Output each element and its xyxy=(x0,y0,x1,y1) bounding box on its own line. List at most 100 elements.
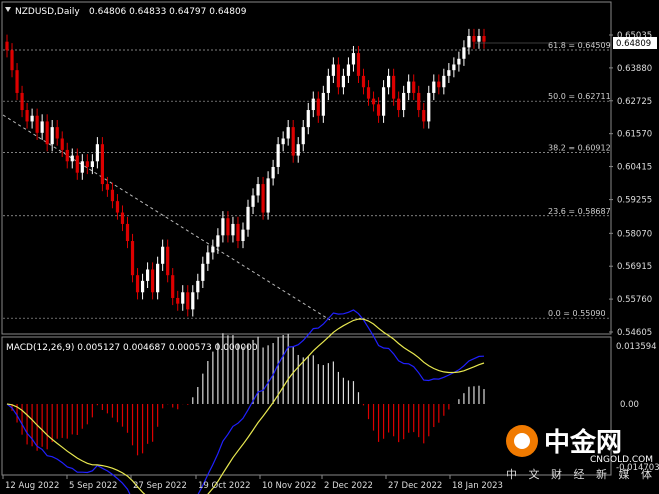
candle-body xyxy=(176,297,180,304)
candle-body xyxy=(371,98,376,105)
symbol-dropdown-icon[interactable] xyxy=(5,7,11,12)
candle-body xyxy=(392,75,396,99)
time-axis-label: 19 Oct 2022 xyxy=(198,481,251,491)
candle-body xyxy=(301,127,305,145)
fib-label: 0.0 = 0.55090 xyxy=(548,309,606,318)
time-axis-label: 27 Dec 2022 xyxy=(388,481,442,491)
macd-axis-zero: 0.00 xyxy=(620,400,639,410)
candle-body xyxy=(201,263,205,281)
candle-body xyxy=(55,127,59,139)
candle-body xyxy=(100,144,104,185)
candle-body xyxy=(447,70,451,76)
candle-body xyxy=(376,104,381,116)
candle-body xyxy=(412,81,416,93)
candle-body xyxy=(241,229,245,242)
candle-body xyxy=(381,87,386,116)
candle-body xyxy=(85,161,89,167)
price-chart[interactable]: 61.8 = 0.64509 50.0 = 0.62711 38.2 = 0.609… xyxy=(0,0,659,494)
price-axis-label: 0.63880 xyxy=(617,64,652,74)
watermark-slogan: 中 文 财 经 新 媒 体 xyxy=(506,467,656,481)
candle-body xyxy=(402,92,406,111)
fib-label: 23.6 = 0.58687 xyxy=(548,207,611,216)
candle-body xyxy=(251,195,255,207)
candle-body xyxy=(120,212,125,224)
candle-body xyxy=(467,35,471,48)
candle-body xyxy=(236,223,240,242)
candle-body xyxy=(191,292,195,310)
candle-body xyxy=(186,292,190,310)
candle-body xyxy=(482,35,486,42)
candle-body xyxy=(105,184,110,190)
candle-body xyxy=(296,144,300,156)
candle-body xyxy=(397,98,401,111)
time-axis-label: 27 Sep 2022 xyxy=(133,481,187,491)
candle-body xyxy=(286,127,290,139)
candle-body xyxy=(271,166,275,179)
price-axis-label: 0.58070 xyxy=(617,229,652,239)
candle-body xyxy=(15,70,19,93)
candle-body xyxy=(130,241,135,276)
candle-body xyxy=(161,246,165,264)
fibonacci-levels[interactable]: 61.8 = 0.64509 50.0 = 0.62711 38.2 = 0.609… xyxy=(3,41,611,319)
candle-body xyxy=(266,178,270,213)
candle-body xyxy=(452,64,456,71)
candle-body xyxy=(407,81,411,93)
candle-body xyxy=(311,98,315,111)
candle-body xyxy=(336,64,340,88)
candle-body xyxy=(346,64,351,76)
price-axis-label: 0.54605 xyxy=(617,328,652,338)
price-axis-label: 0.62725 xyxy=(617,97,652,107)
fib-label: 61.8 = 0.64509 xyxy=(548,41,611,50)
candle-body xyxy=(326,75,330,93)
fib-label: 38.2 = 0.60912 xyxy=(548,143,611,152)
candle-body xyxy=(65,149,69,162)
candle-body xyxy=(10,50,14,71)
candle-body xyxy=(115,201,120,213)
macd-line xyxy=(6,309,485,494)
candle-body xyxy=(256,184,260,196)
candle-body xyxy=(30,115,34,122)
candle-body xyxy=(316,98,320,116)
candle-body xyxy=(417,92,421,111)
watermark-brand: 中金网 xyxy=(544,427,622,458)
candle-body xyxy=(125,223,130,242)
current-price-label: 0.64809 xyxy=(616,39,651,49)
candle-body xyxy=(276,144,280,167)
candle-body xyxy=(35,115,39,133)
candle-body xyxy=(196,280,200,293)
candle-body xyxy=(135,275,140,293)
candle-body xyxy=(110,189,115,202)
candle-body xyxy=(457,58,461,65)
candle-body xyxy=(261,184,265,213)
candle-body xyxy=(477,35,481,42)
candle-body xyxy=(306,110,310,128)
time-axis-label: 2 Dec 2022 xyxy=(324,481,373,491)
candle-body xyxy=(341,75,346,88)
candle-body xyxy=(221,218,225,236)
candle-body xyxy=(231,223,235,236)
candle-body xyxy=(356,53,361,76)
candle-body xyxy=(437,81,441,88)
candle-body xyxy=(226,218,230,236)
candle-body xyxy=(20,92,24,111)
time-axis-label: 12 Aug 2022 xyxy=(5,481,59,491)
candle-body xyxy=(331,64,335,76)
candle-body xyxy=(387,75,391,88)
cngold-logo-inner-icon xyxy=(514,433,530,449)
candle-body xyxy=(462,47,466,59)
candle-body xyxy=(145,269,150,281)
main-chart-frame xyxy=(1,1,612,335)
time-axis: 12 Aug 2022 5 Sep 2022 27 Sep 2022 19 Oct 2… xyxy=(2,475,503,491)
candle-body xyxy=(351,53,356,65)
candle-body xyxy=(291,127,295,156)
price-axis-label: 0.59255 xyxy=(617,196,652,206)
candle-body xyxy=(472,35,476,42)
fib-label: 50.0 = 0.62711 xyxy=(548,92,611,101)
macd-title: MACD(12,26,9) 0.005127 0.004687 0.000573… xyxy=(6,343,258,353)
candle-body xyxy=(50,127,54,145)
candle-body xyxy=(246,206,250,230)
candle-body xyxy=(211,246,215,253)
price-axis-label: 0.61570 xyxy=(617,130,652,140)
candle-body xyxy=(422,110,426,122)
candle-body xyxy=(321,92,325,116)
